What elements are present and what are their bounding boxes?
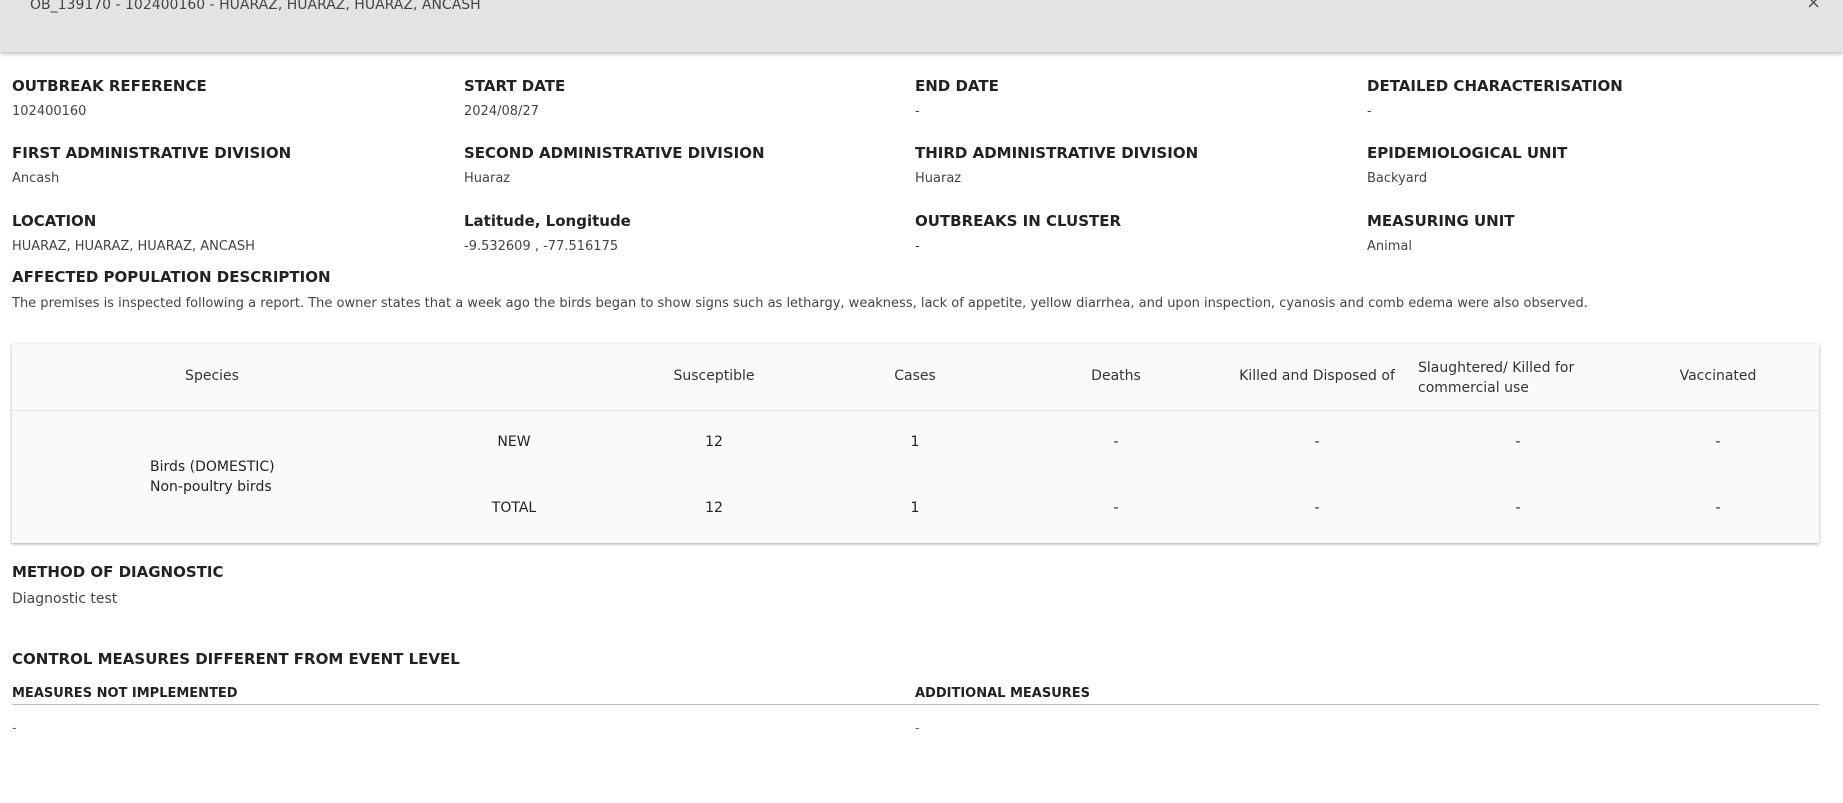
- field-value: Animal: [1367, 239, 1412, 254]
- field-second-admin-division: SECOND ADMINISTRATIVE DIVISION Huaraz: [464, 144, 904, 186]
- header-cases: Cases: [894, 368, 936, 384]
- cell-cases: 1: [910, 500, 920, 516]
- field-label: SECOND ADMINISTRATIVE DIVISION: [464, 144, 765, 162]
- field-end-date: END DATE -: [915, 77, 1355, 119]
- field-label: START DATE: [464, 77, 566, 95]
- diagnostic-label: METHOD OF DIAGNOSTIC: [12, 563, 224, 581]
- measures-not-implemented-label: MEASURES NOT IMPLEMENTED: [12, 686, 238, 701]
- field-value: 102400160: [12, 104, 87, 119]
- diagnostic-value: Diagnostic test: [12, 591, 118, 607]
- field-value: -: [915, 239, 920, 254]
- cell-susceptible: 12: [705, 434, 723, 450]
- field-value: Huaraz: [464, 171, 511, 186]
- cell-vaccinated: -: [1715, 434, 1721, 450]
- field-detailed-characterisation: DETAILED CHARACTERISATION -: [1367, 77, 1807, 119]
- species-line1: Birds (DOMESTIC): [150, 459, 275, 475]
- header-slaughtered-line2: commercial use: [1418, 380, 1529, 396]
- cell-killed-disposed: -: [1314, 500, 1320, 516]
- field-location: LOCATION HUARAZ, HUARAZ, HUARAZ, ANCASH: [12, 212, 452, 254]
- affected-population-label: AFFECTED POPULATION DESCRIPTION: [12, 268, 331, 286]
- additional-measures-label: ADDITIONAL MEASURES: [915, 686, 1091, 701]
- header-deaths: Deaths: [1091, 368, 1141, 384]
- row-type: NEW: [497, 434, 531, 450]
- field-label: FIRST ADMINISTRATIVE DIVISION: [12, 144, 292, 162]
- field-outbreak-reference: OUTBREAK REFERENCE 102400160: [12, 77, 452, 119]
- header-susceptible: Susceptible: [673, 368, 755, 384]
- header-slaughtered: Slaughtered/ Killed for commercial use: [1418, 358, 1574, 398]
- dialog-title: OB_139170 - 102400160 - HUARAZ, HUARAZ, …: [30, 0, 481, 13]
- field-label: MEASURING UNIT: [1367, 212, 1515, 230]
- field-first-admin-division: FIRST ADMINISTRATIVE DIVISION Ancash: [12, 144, 452, 186]
- field-third-admin-division: THIRD ADMINISTRATIVE DIVISION Huaraz: [915, 144, 1355, 186]
- field-label: OUTBREAK REFERENCE: [12, 77, 207, 95]
- field-value: Backyard: [1367, 171, 1428, 186]
- field-value: Huaraz: [915, 171, 962, 186]
- dialog-header: OB_139170 - 102400160 - HUARAZ, HUARAZ, …: [0, 0, 1843, 52]
- cell-slaughtered: -: [1515, 434, 1521, 450]
- field-value: HUARAZ, HUARAZ, HUARAZ, ANCASH: [12, 239, 255, 254]
- row-type: TOTAL: [491, 500, 537, 516]
- field-label: Latitude, Longitude: [464, 212, 631, 230]
- field-measuring-unit: MEASURING UNIT Animal: [1367, 212, 1807, 254]
- affected-population-text: The premises is inspected following a re…: [12, 296, 1588, 311]
- field-start-date: START DATE 2024/08/27: [464, 77, 904, 119]
- field-value: Ancash: [12, 171, 60, 186]
- field-label: THIRD ADMINISTRATIVE DIVISION: [915, 144, 1199, 162]
- field-epidemiological-unit: EPIDEMIOLOGICAL UNIT Backyard: [1367, 144, 1807, 186]
- field-label: DETAILED CHARACTERISATION: [1367, 77, 1623, 95]
- species-table: Species Susceptible Cases Deaths Killed …: [12, 344, 1819, 543]
- header-killed-disposed: Killed and Disposed of: [1239, 368, 1395, 384]
- field-lat-long: Latitude, Longitude -9.532609 , -77.5161…: [464, 212, 904, 254]
- cell-deaths: -: [1113, 500, 1119, 516]
- measures-divider: [12, 704, 1819, 705]
- cell-deaths: -: [1113, 434, 1119, 450]
- additional-measures-value: -: [915, 721, 920, 736]
- field-value: -9.532609 , -77.516175: [464, 239, 619, 254]
- measures-not-implemented-value: -: [12, 721, 17, 736]
- field-label: LOCATION: [12, 212, 97, 230]
- cell-vaccinated: -: [1715, 500, 1721, 516]
- cell-cases: 1: [910, 434, 920, 450]
- header-species: Species: [185, 368, 239, 384]
- field-label: EPIDEMIOLOGICAL UNIT: [1367, 144, 1568, 162]
- species-cell: Birds (DOMESTIC) Non-poultry birds: [150, 457, 275, 497]
- header-vaccinated: Vaccinated: [1679, 368, 1757, 384]
- field-outbreaks-in-cluster: OUTBREAKS IN CLUSTER -: [915, 212, 1355, 254]
- field-label: END DATE: [915, 77, 999, 95]
- field-value: -: [915, 104, 920, 119]
- cell-killed-disposed: -: [1314, 434, 1320, 450]
- header-slaughtered-line1: Slaughtered/ Killed for: [1418, 360, 1575, 376]
- cell-susceptible: 12: [705, 500, 723, 516]
- species-line2: Non-poultry birds: [150, 479, 272, 495]
- table-header-row: Species Susceptible Cases Deaths Killed …: [12, 344, 1819, 411]
- close-icon[interactable]: ×: [1806, 0, 1821, 12]
- control-measures-label: CONTROL MEASURES DIFFERENT FROM EVENT LE…: [12, 650, 460, 668]
- field-value: 2024/08/27: [464, 104, 539, 119]
- field-label: OUTBREAKS IN CLUSTER: [915, 212, 1122, 230]
- field-value: -: [1367, 104, 1372, 119]
- cell-slaughtered: -: [1515, 500, 1521, 516]
